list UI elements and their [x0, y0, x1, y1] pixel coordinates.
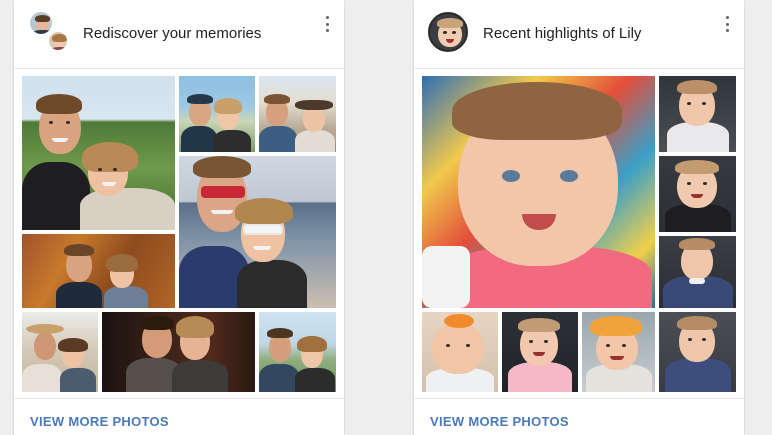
memories-card: Rediscover your memories VIEW MORE PHOTO…	[14, 0, 344, 435]
photo-tile[interactable]	[102, 312, 255, 392]
avatar-couple-woman	[47, 30, 69, 52]
divider	[414, 398, 744, 399]
card-header: Recent highlights of Lily	[414, 0, 744, 68]
photo-tile[interactable]	[259, 312, 336, 392]
photo-tile[interactable]	[502, 312, 578, 392]
photo-tile[interactable]	[659, 312, 736, 392]
photo-tile[interactable]	[659, 76, 736, 152]
photo-tile[interactable]	[659, 156, 736, 232]
photo-grid	[422, 76, 736, 392]
more-vert-icon[interactable]	[324, 16, 330, 32]
card-title: Recent highlights of Lily	[483, 25, 642, 42]
photo-grid	[22, 76, 336, 392]
more-vert-icon[interactable]	[724, 16, 730, 32]
card-title: Rediscover your memories	[83, 25, 262, 42]
photo-tile[interactable]	[179, 76, 255, 152]
photo-tile[interactable]	[22, 312, 98, 392]
photo-tile[interactable]	[659, 236, 736, 308]
photo-tile[interactable]	[22, 234, 175, 308]
photo-tile[interactable]	[582, 312, 655, 392]
highlights-card: Recent highlights of Lily VIEW MORE PHOT…	[414, 0, 744, 435]
view-more-photos-link[interactable]: VIEW MORE PHOTOS	[30, 414, 169, 429]
view-more-photos-link[interactable]: VIEW MORE PHOTOS	[430, 414, 569, 429]
divider	[14, 398, 344, 399]
photo-tile[interactable]	[422, 76, 655, 308]
photo-tile[interactable]	[179, 156, 336, 308]
photo-tile[interactable]	[22, 76, 175, 230]
divider	[414, 68, 744, 69]
photo-tile[interactable]	[259, 76, 336, 152]
divider	[14, 68, 344, 69]
card-header: Rediscover your memories	[14, 0, 344, 68]
avatar-lily	[428, 12, 468, 52]
photo-tile[interactable]	[422, 312, 498, 392]
